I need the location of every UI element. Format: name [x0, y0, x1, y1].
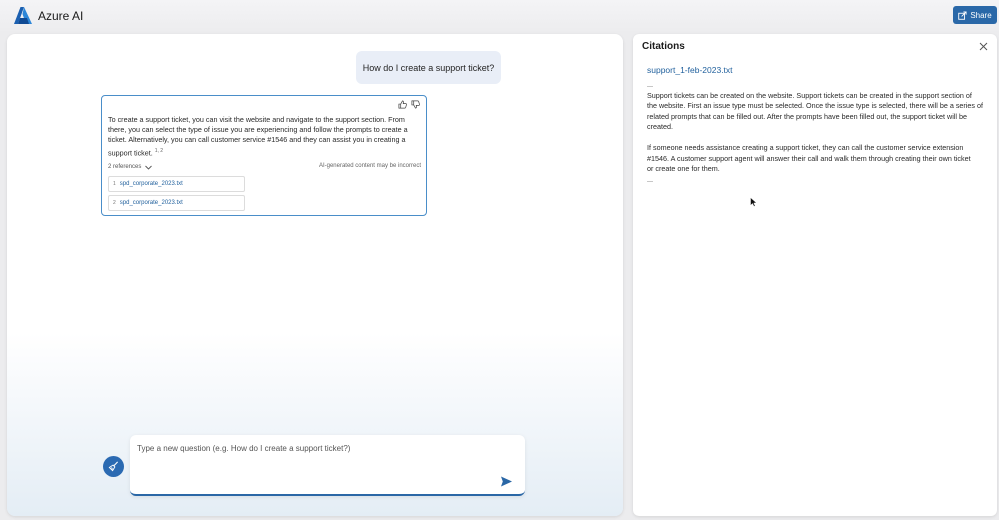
- citation-line: If someone needs assistance creating a s…: [647, 143, 964, 152]
- user-message: How do I create a support ticket?: [356, 51, 501, 84]
- references-label: 2 references: [108, 164, 142, 170]
- answer-body: To create a support ticket, you can visi…: [108, 115, 408, 157]
- citation-line: created.: [647, 122, 673, 131]
- chat-panel: How do I create a support ticket? To cre…: [7, 34, 623, 516]
- reference-name: spd_corporate_2023.txt: [119, 200, 183, 206]
- thumbs-down-icon[interactable]: [411, 100, 420, 109]
- citation-file-name[interactable]: support_1-feb-2023.txt: [647, 65, 733, 75]
- reference-name: spd_corporate_2023.txt: [119, 181, 183, 187]
- answer-text: To create a support ticket, you can visi…: [108, 115, 420, 158]
- reference-number: 2: [113, 200, 116, 206]
- azure-logo-icon: [14, 7, 32, 24]
- close-icon[interactable]: [979, 42, 988, 51]
- thumbs-up-icon[interactable]: [398, 100, 407, 109]
- clear-chat-button[interactable]: [103, 456, 124, 477]
- chevron-down-icon: [145, 165, 153, 170]
- question-input[interactable]: [137, 441, 497, 455]
- citation-line: ...: [647, 80, 653, 89]
- references-toggle[interactable]: 2 references: [108, 164, 153, 170]
- answer-card: To create a support ticket, you can visi…: [101, 95, 427, 216]
- citation-line: the website. First an issue type must be…: [647, 101, 983, 110]
- broom-icon: [108, 461, 119, 472]
- reference-number: 1: [113, 181, 116, 187]
- question-box: [130, 435, 525, 496]
- citation-line: #1546. A customer support agent will ans…: [647, 153, 971, 163]
- citation-line: ...: [647, 174, 653, 184]
- citation-line: related prompts that can be filled out. …: [647, 111, 968, 121]
- citation-content: ... Support tickets can be created on th…: [647, 80, 987, 185]
- citations-title: Citations: [642, 41, 685, 52]
- mouse-cursor-icon: [750, 197, 757, 207]
- citation-line: Support tickets can be created on the we…: [647, 90, 972, 100]
- share-label: Share: [970, 10, 992, 20]
- citation-line: or create one for them.: [647, 164, 720, 173]
- citations-panel: Citations support_1-feb-2023.txt ... Sup…: [633, 34, 997, 516]
- send-icon[interactable]: [500, 475, 513, 488]
- reference-chip-1[interactable]: 1 spd_corporate_2023.txt: [108, 176, 245, 192]
- app-title: Azure AI: [38, 9, 84, 23]
- reference-chip-2[interactable]: 2 spd_corporate_2023.txt: [108, 195, 245, 211]
- share-button[interactable]: Share: [953, 6, 997, 24]
- citation-markers[interactable]: 1, 2: [155, 148, 163, 154]
- share-icon: [958, 10, 967, 20]
- feedback-buttons: [398, 100, 420, 109]
- top-bar: Azure AI Share: [0, 0, 999, 34]
- ai-disclaimer: AI-generated content may be incorrect: [318, 163, 421, 169]
